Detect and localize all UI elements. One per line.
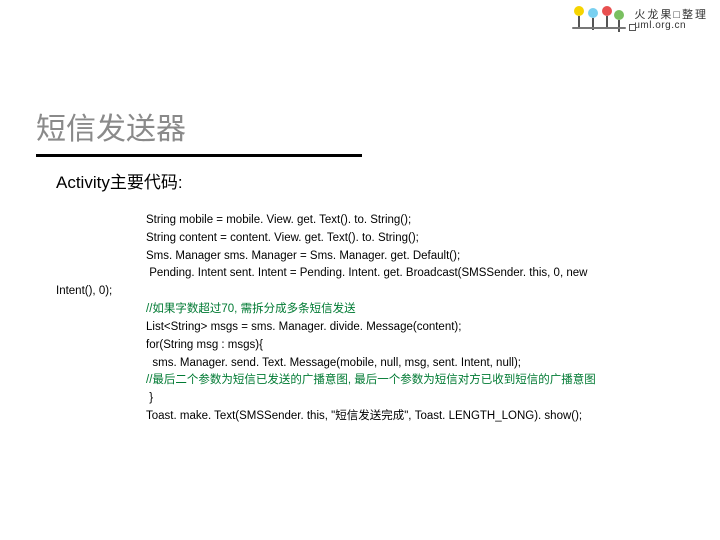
code-line: Toast. make. Text(SMSSender. this, "短信发送… xyxy=(56,408,690,426)
decorative-square-icon xyxy=(629,24,636,31)
code-line: for(String msg : msgs){ xyxy=(56,337,690,355)
code-line: Pending. Intent sent. Intent = Pending. … xyxy=(56,265,690,283)
title-underline xyxy=(36,154,362,157)
brand-header: 火龙果□整理 uml.org.cn xyxy=(572,6,708,34)
code-line: Intent(), 0); xyxy=(56,283,690,301)
code-block: String mobile = mobile. View. get. Text(… xyxy=(56,212,690,426)
title-block: 短信发送器 xyxy=(36,104,362,157)
slide-page: 火龙果□整理 uml.org.cn 短信发送器 Activity主要代码: St… xyxy=(0,0,720,540)
brand-name: 火龙果□整理 xyxy=(634,10,708,21)
code-line: sms. Manager. send. Text. Message(mobile… xyxy=(56,355,690,373)
brand-text: 火龙果□整理 uml.org.cn xyxy=(634,10,708,31)
code-comment: //最后二个参数为短信已发送的广播意图, 最后一个参数为短信对方已收到短信的广播… xyxy=(56,372,690,390)
code-line: Sms. Manager sms. Manager = Sms. Manager… xyxy=(56,248,690,266)
code-comment: //如果字数超过70, 需拆分成多条短信发送 xyxy=(56,301,690,319)
brand-logo-icon xyxy=(572,6,626,34)
page-title: 短信发送器 xyxy=(36,104,362,152)
brand-url: uml.org.cn xyxy=(634,21,708,31)
code-line: String mobile = mobile. View. get. Text(… xyxy=(56,212,690,230)
subtitle: Activity主要代码: xyxy=(56,168,183,193)
code-line: } xyxy=(56,390,690,408)
code-line: String content = content. View. get. Tex… xyxy=(56,230,690,248)
code-line: List<String> msgs = sms. Manager. divide… xyxy=(56,319,690,337)
